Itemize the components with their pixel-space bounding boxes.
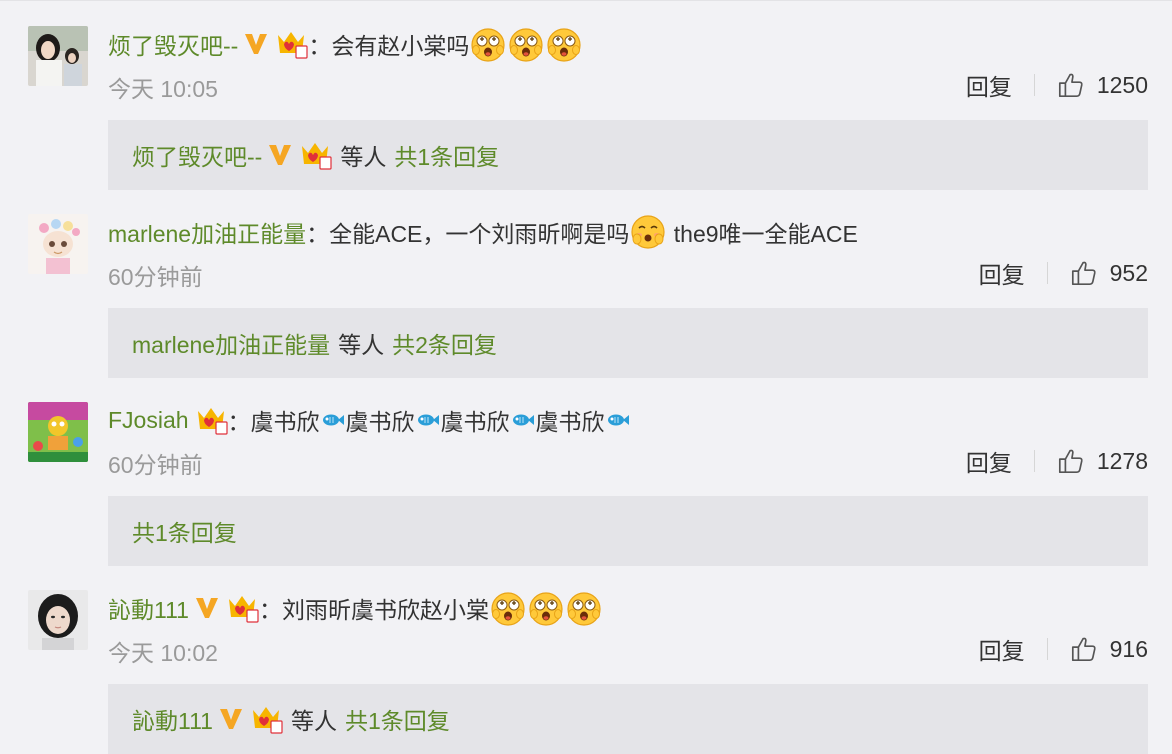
thumbs-up-icon <box>1057 447 1085 475</box>
crown-badge-icon <box>249 704 283 734</box>
like-button[interactable]: 1250 <box>1057 71 1148 99</box>
surprised-emoji-icon <box>566 590 602 626</box>
reply-summary[interactable]: marlene加油正能量 等人 共2条回复 <box>108 308 1148 378</box>
reply-button[interactable]: 回复 <box>966 444 1012 478</box>
v-badge-icon <box>243 31 269 57</box>
like-button[interactable]: 916 <box>1070 635 1148 663</box>
avatar[interactable] <box>28 214 88 274</box>
surprised-emoji-icon <box>470 26 506 62</box>
username[interactable]: marlene加油正能量 <box>108 215 306 249</box>
like-count: 916 <box>1109 635 1148 662</box>
reply-count-link[interactable]: 共1条回复 <box>394 138 499 172</box>
surprised-emoji-icon <box>546 26 582 62</box>
reply-summary[interactable]: 烦了毁灭吧-- 等人 共1条回复 <box>108 120 1148 190</box>
comment-time: 60分钟前 <box>108 452 203 478</box>
reply-user[interactable]: 訫動111 <box>132 702 213 736</box>
crown-badge-icon <box>298 140 332 170</box>
comment-text-part: 虞书欣 <box>250 409 320 435</box>
fish-emoji-icon <box>321 412 345 428</box>
like-count: 1250 <box>1096 71 1148 98</box>
username[interactable]: FJosiah <box>108 407 189 434</box>
v-badge-icon <box>267 142 293 168</box>
thumbs-up-icon <box>1057 71 1085 99</box>
like-count: 1278 <box>1096 447 1148 474</box>
fish-emoji-icon <box>606 412 630 428</box>
divider <box>1046 638 1048 660</box>
comment-text: 全能ACE，一个刘雨昕啊是吗 <box>329 221 630 247</box>
reply-button[interactable]: 回复 <box>979 256 1025 290</box>
like-count: 952 <box>1109 259 1148 286</box>
avatar[interactable] <box>28 590 88 650</box>
reply-user[interactable]: marlene加油正能量 <box>132 326 330 360</box>
like-button[interactable]: 952 <box>1070 259 1148 287</box>
comment-text-part: 虞书欣 <box>535 409 605 435</box>
comment-text-tail: the9唯一全能ACE <box>667 221 858 247</box>
crown-badge-icon <box>274 29 308 59</box>
v-badge-icon <box>194 595 220 621</box>
comment-time: 60分钟前 <box>108 264 203 290</box>
reply-button[interactable]: 回复 <box>979 632 1025 666</box>
surprised-emoji-icon <box>490 590 526 626</box>
comment-text: 会有赵小棠吗 <box>331 33 470 59</box>
crown-badge-icon <box>194 405 228 435</box>
reply-count-link[interactable]: 共2条回复 <box>392 326 497 360</box>
comment-text-part: 虞书欣 <box>345 409 415 435</box>
comment-separator: ： <box>306 221 330 247</box>
top-divider <box>0 0 1172 1</box>
divider <box>1033 450 1035 472</box>
comment-separator: ： <box>227 409 251 435</box>
v-badge-icon <box>218 706 244 732</box>
reply-user[interactable]: 烦了毁灭吧-- <box>132 138 262 172</box>
like-button[interactable]: 1278 <box>1057 447 1148 475</box>
comment-separator: ： <box>258 597 282 623</box>
divider <box>1033 74 1035 96</box>
comment-separator: ： <box>308 33 332 59</box>
avatar[interactable] <box>28 26 88 86</box>
comment-text-part: 虞书欣 <box>440 409 510 435</box>
reply-button[interactable]: 回复 <box>966 68 1012 102</box>
divider <box>1046 262 1048 284</box>
comment-text: 刘雨昕虞书欣赵小棠 <box>281 597 489 623</box>
reply-count-link[interactable]: 共1条回复 <box>345 702 450 736</box>
comment-time: 今天 10:05 <box>108 76 218 102</box>
username[interactable]: 烦了毁灭吧-- <box>108 27 238 61</box>
surprised-emoji-icon <box>508 26 544 62</box>
reply-count-link[interactable]: 共1条回复 <box>132 514 237 548</box>
shy-emoji-icon <box>630 214 666 250</box>
reply-etc: 等人 <box>340 144 387 170</box>
crown-badge-icon <box>225 593 259 623</box>
username[interactable]: 訫動111 <box>108 591 189 625</box>
reply-etc: 等人 <box>338 332 385 358</box>
comment-time: 今天 10:02 <box>108 640 218 666</box>
surprised-emoji-icon <box>528 590 564 626</box>
reply-summary[interactable]: 共1条回复 <box>108 496 1148 566</box>
thumbs-up-icon <box>1070 635 1098 663</box>
reply-etc: 等人 <box>290 708 337 734</box>
thumbs-up-icon <box>1070 259 1098 287</box>
fish-emoji-icon <box>416 412 440 428</box>
fish-emoji-icon <box>511 412 535 428</box>
avatar[interactable] <box>28 402 88 462</box>
